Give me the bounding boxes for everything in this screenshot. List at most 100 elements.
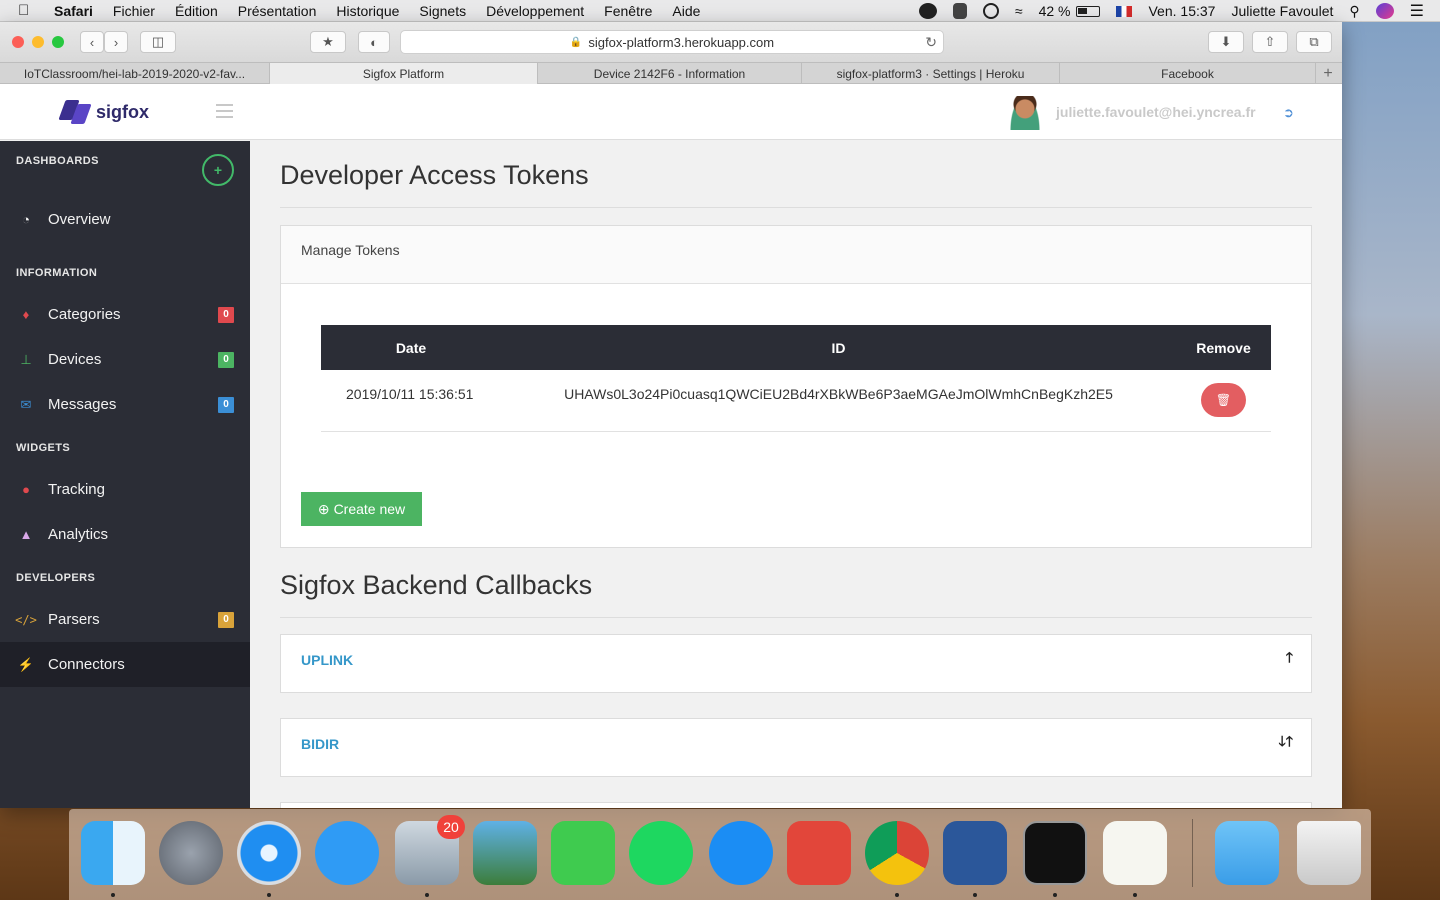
spotify-icon[interactable] — [629, 821, 693, 885]
url-text: sigfox-platform3.herokuapp.com — [588, 34, 775, 50]
envelope-icon: ✉ — [20, 396, 32, 412]
downloads-icon[interactable]: ⬇ — [1208, 31, 1244, 53]
new-tab-button[interactable]: + — [1316, 63, 1340, 84]
tab-device-information[interactable]: Device 2142F6 - Information — [538, 63, 802, 84]
textedit-icon[interactable] — [1103, 821, 1167, 885]
remove-cell: 🗑 — [1176, 370, 1271, 432]
wunderlist-icon[interactable] — [787, 821, 851, 885]
column-header-remove: Remove — [1196, 339, 1251, 356]
input-source-flag-icon[interactable] — [1116, 5, 1133, 17]
uplink-title[interactable]: UPLINK — [301, 652, 353, 668]
wifi-icon[interactable]: ≈ — [1015, 3, 1023, 19]
facetime-icon[interactable] — [551, 821, 615, 885]
dashboard-icon: ◔ — [22, 212, 30, 227]
sidebar-toggle-icon[interactable]: ◫ — [140, 31, 176, 53]
arrow-up-icon[interactable]: 🡑 — [1286, 647, 1293, 671]
token-id[interactable]: UHAWs0L3o24Pi0cuasq1QWCiEU2Bd4rXBkWBe6P3… — [501, 370, 1176, 432]
menu-developpement[interactable]: Développement — [486, 3, 584, 19]
arrow-down-up-icon[interactable]: 🡓🡑 — [1278, 731, 1293, 755]
bidir-title[interactable]: BIDIR — [301, 736, 339, 752]
next-callback-panel[interactable] — [280, 802, 1312, 808]
word-icon[interactable] — [943, 821, 1007, 885]
menu-aide[interactable]: Aide — [672, 3, 700, 19]
menu-safari[interactable]: Safari — [54, 3, 93, 19]
chrome-icon[interactable] — [865, 821, 929, 885]
token-date: 2019/10/11 15:36:51 — [321, 370, 501, 432]
glasses-icon[interactable] — [918, 3, 937, 19]
sidebar-section-developers: DEVELOPERS — [16, 572, 96, 584]
photos-icon[interactable] — [473, 821, 537, 885]
bookmarks-icon[interactable]: ★ — [310, 31, 346, 53]
reload-icon[interactable]: ↻ — [925, 34, 937, 51]
add-dashboard-button[interactable]: + — [202, 154, 234, 186]
back-button[interactable]: ‹ — [80, 31, 104, 53]
close-window-button[interactable] — [12, 36, 24, 48]
table-row: 2019/10/11 15:36:51 UHAWs0L3o24Pi0cuasq1… — [321, 370, 1271, 432]
tab-heroku-settings[interactable]: sigfox-platform3 · Settings | Heroku — [802, 63, 1060, 84]
sidebar-item-categories[interactable]: ♦ Categories 0 — [0, 292, 250, 337]
sidebar-item-label: Categories — [48, 306, 121, 323]
privacy-extension-icon[interactable]: ◐ — [358, 31, 390, 53]
avatar[interactable] — [1010, 96, 1040, 130]
callbacks-divider — [280, 617, 1312, 618]
battery-icon[interactable] — [1076, 5, 1101, 17]
safari-window: ‹ › ◫ ★ ◐ 🔒 sigfox-platform3.herokuapp.c… — [0, 22, 1342, 808]
menu-signets[interactable]: Signets — [419, 3, 466, 19]
sidebar-item-connectors[interactable]: ⚡ Connectors — [0, 642, 250, 687]
menu-fichier[interactable]: Fichier — [113, 3, 155, 19]
sidebar-item-analytics[interactable]: ▲ Analytics — [0, 512, 250, 557]
clock[interactable]: Ven. 15:37 — [1148, 3, 1215, 19]
sidebar-item-devices[interactable]: ⊥ Devices 0 — [0, 337, 250, 382]
notification-center-icon[interactable]: ☰ — [1410, 1, 1424, 21]
menu-edition[interactable]: Édition — [175, 3, 218, 19]
tab-facebook[interactable]: Facebook — [1060, 63, 1316, 84]
parsers-count-badge: 0 — [218, 611, 234, 628]
sidebar-item-parsers[interactable]: </> Parsers 0 — [0, 597, 250, 642]
devices-count-badge: 0 — [218, 351, 234, 368]
tab-iotclassroom[interactable]: IoTClassroom/hei-lab-2019-2020-v2-fav... — [0, 63, 270, 84]
folder-icon[interactable] — [1215, 821, 1279, 885]
finder-icon[interactable] — [81, 821, 145, 885]
tab-sigfox-platform[interactable]: Sigfox Platform — [270, 63, 538, 84]
bidir-panel[interactable]: BIDIR 🡓🡑 — [280, 718, 1312, 777]
remove-token-button[interactable]: 🗑 — [1201, 383, 1246, 418]
terminal-icon[interactable] — [1023, 821, 1087, 885]
sidebar-item-messages[interactable]: ✉ Messages 0 — [0, 382, 250, 427]
trash-icon[interactable] — [1297, 821, 1361, 885]
launchpad-icon[interactable] — [159, 821, 223, 885]
time-machine-icon[interactable] — [982, 3, 999, 19]
logout-icon[interactable]: ➲ — [1283, 105, 1294, 121]
sidebar-item-tracking[interactable]: ● Tracking — [0, 467, 250, 512]
siri-icon[interactable] — [1375, 3, 1394, 19]
word-running-indicator — [973, 893, 977, 897]
address-bar[interactable]: 🔒 sigfox-platform3.herokuapp.com ↻ — [400, 30, 944, 54]
lock-icon: 🔒 — [569, 36, 583, 48]
hamburger-menu-icon[interactable] — [216, 104, 233, 118]
user-name[interactable]: Juliette Favoulet — [1231, 3, 1333, 19]
share-icon[interactable]: ⇧ — [1252, 31, 1288, 53]
tab-bar: IoTClassroom/hei-lab-2019-2020-v2-fav...… — [0, 62, 1342, 84]
sigfox-logo[interactable]: sigfox — [58, 98, 149, 126]
fullscreen-window-button[interactable] — [52, 36, 64, 48]
create-new-button[interactable]: ⊕ Create new — [301, 492, 422, 526]
menu-presentation[interactable]: Présentation — [238, 3, 317, 19]
mail-running-indicator — [425, 893, 429, 897]
spotlight-search-icon[interactable]: ⚲ — [1349, 3, 1359, 20]
main-content: Developer Access Tokens Manage Tokens Da… — [250, 141, 1342, 808]
app-store-icon[interactable] — [709, 821, 773, 885]
menu-historique[interactable]: Historique — [336, 3, 399, 19]
apple-menu-icon[interactable]:  — [18, 2, 40, 19]
minimize-window-button[interactable] — [32, 36, 44, 48]
uplink-panel[interactable]: UPLINK 🡑 — [280, 634, 1312, 693]
user-email[interactable]: juliette.favoulet@hei.yncrea.fr — [1056, 104, 1256, 120]
messages-icon[interactable] — [315, 821, 379, 885]
safari-icon[interactable] — [237, 821, 301, 885]
tabs-overview-icon[interactable]: ⧉ — [1296, 31, 1332, 53]
evernote-icon[interactable] — [952, 3, 967, 19]
menu-fenetre[interactable]: Fenêtre — [604, 3, 652, 19]
map-marker-icon: ● — [22, 482, 30, 497]
sidebar-item-overview[interactable]: ◔ Overview — [0, 197, 250, 242]
sidebar-item-label: Connectors — [48, 656, 125, 673]
tokens-panel: Manage Tokens Date ID Remove 2019/10/11 … — [280, 225, 1312, 548]
forward-button[interactable]: › — [104, 31, 128, 53]
